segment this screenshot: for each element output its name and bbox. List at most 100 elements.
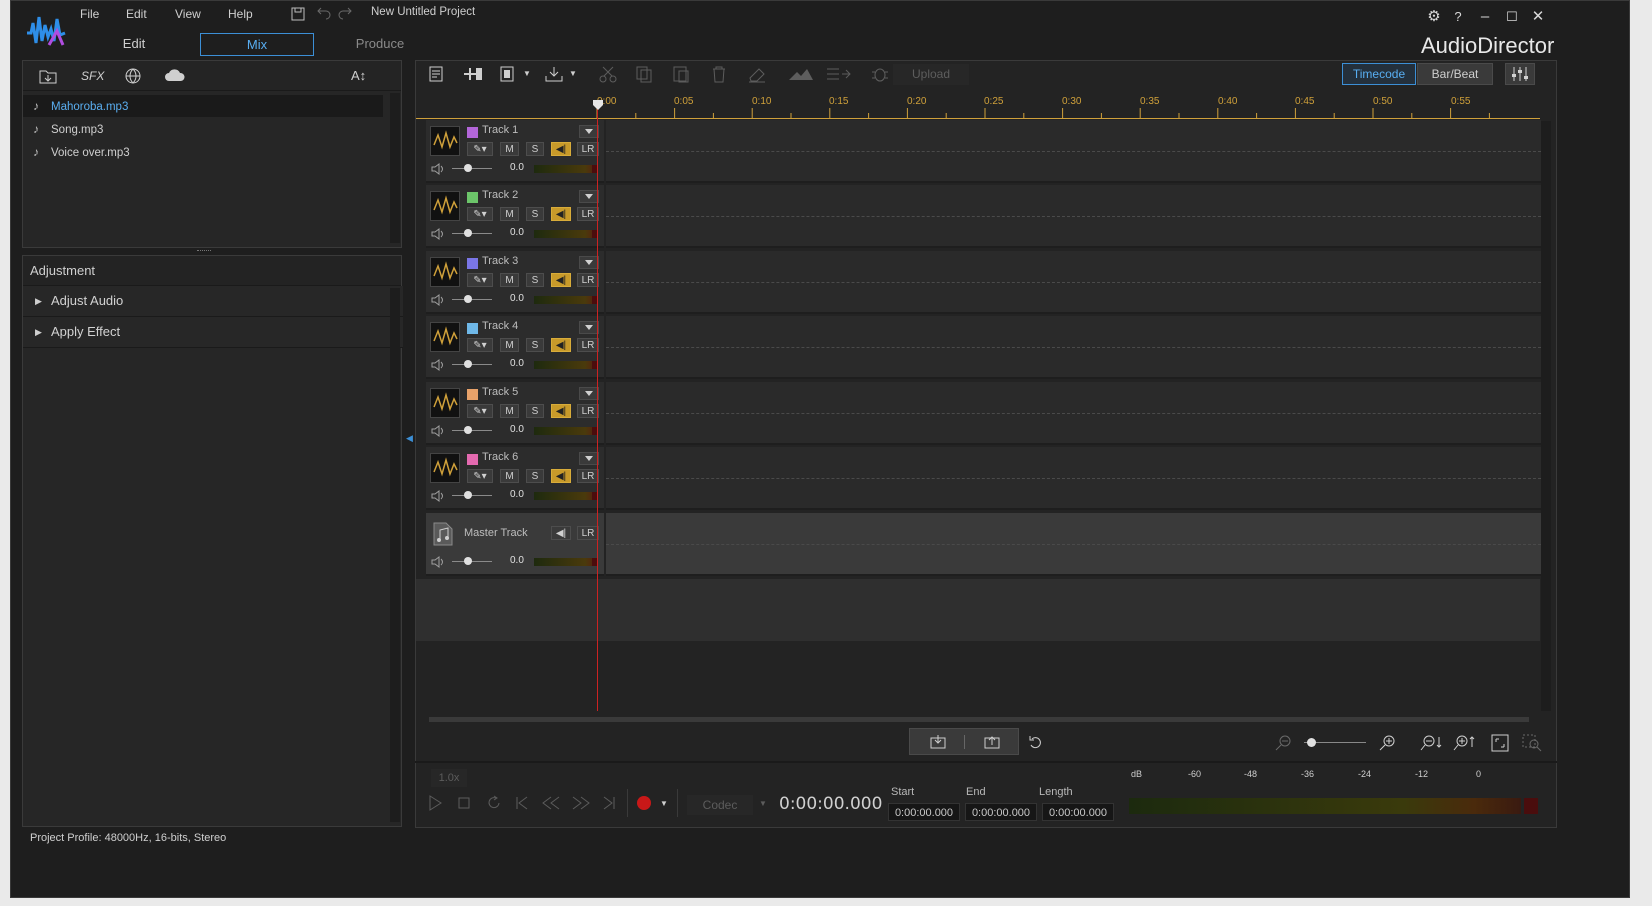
redo-icon[interactable] [337,5,355,21]
solo-button[interactable]: S [526,207,544,221]
volume-slider-knob[interactable] [464,295,472,303]
bug-icon[interactable] [869,64,893,86]
track-name[interactable]: Track 6 [482,451,518,463]
minimize-icon[interactable]: – [1475,7,1495,27]
track-lane[interactable] [606,382,1541,445]
tab-produce[interactable]: Produce [339,33,421,56]
vertical-zoom-out-icon[interactable] [1419,733,1445,753]
start-time-field[interactable]: 0:00:00.000 [888,803,960,821]
adjust-audio-section[interactable]: ▶ Adjust Audio [23,286,403,317]
undo-icon[interactable] [314,5,332,21]
menu-file[interactable]: File [80,7,99,21]
stop-icon[interactable] [454,793,474,813]
rewind-icon[interactable] [539,793,563,813]
timeline-vertical-scrollbar[interactable] [1541,121,1551,711]
menu-view[interactable]: View [175,7,201,21]
volume-slider-track[interactable] [452,168,492,169]
track-name[interactable]: Track 2 [482,189,518,201]
volume-slider-knob[interactable] [464,164,472,172]
envelope-tool-button[interactable]: ✎▾ [467,142,493,156]
zoom-in-icon[interactable] [1377,733,1399,753]
menu-help[interactable]: Help [228,7,253,21]
settings-gear-icon[interactable]: ⚙ [1424,7,1444,27]
merge-tracks-icon[interactable] [824,64,852,86]
fast-forward-icon[interactable] [569,793,593,813]
volume-slider-track[interactable] [452,233,492,234]
collapse-panel-icon[interactable]: ◀ [406,433,413,449]
mixer-icon[interactable] [1505,63,1535,85]
envelope-tool-button[interactable]: ✎▾ [467,273,493,287]
mute-button[interactable]: M [500,142,519,156]
adjustment-scrollbar[interactable] [390,288,400,822]
track-lane[interactable] [606,120,1541,183]
track-color-swatch[interactable] [467,454,478,465]
lr-channel-button[interactable]: LR [577,469,599,483]
speaker-toggle-icon[interactable]: ◀| [551,273,571,287]
tab-edit[interactable]: Edit [91,33,177,56]
lr-channel-button[interactable]: LR [577,404,599,418]
track-name[interactable]: Track 4 [482,320,518,332]
timecode-toggle[interactable]: Timecode [1342,63,1416,85]
playhead-marker-icon[interactable] [592,99,604,111]
length-time-field[interactable]: 0:00:00.000 [1042,803,1114,821]
zoom-out-icon[interactable] [1273,733,1295,753]
solo-button[interactable]: S [526,273,544,287]
font-size-button[interactable]: A↕ [351,68,366,83]
play-icon[interactable] [425,793,445,813]
solo-button[interactable]: S [526,404,544,418]
track-name[interactable]: Track 3 [482,255,518,267]
network-icon[interactable] [123,67,143,85]
envelope-tool-button[interactable]: ✎▾ [467,207,493,221]
track-header[interactable]: Track 3 ✎▾ M S ◀| LR 0.0 [426,251,604,314]
tab-mix[interactable]: Mix [200,33,314,56]
track-lane[interactable] [606,316,1541,379]
lr-channel-button[interactable]: LR [577,338,599,352]
insert-clip-icon[interactable] [928,733,948,751]
close-icon[interactable]: ✕ [1528,7,1548,27]
vertical-zoom-in-icon[interactable] [1452,733,1478,753]
volume-slider-knob[interactable] [464,360,472,368]
codec-dropdown-icon[interactable]: ▼ [759,799,767,808]
track-name[interactable]: Track 1 [482,124,518,136]
speaker-toggle-icon[interactable]: ◀| [551,338,571,352]
track-name[interactable]: Track 5 [482,386,518,398]
lr-channel-button[interactable]: LR [577,526,599,540]
volume-slider-track[interactable] [452,495,492,496]
export-icon[interactable] [543,64,567,86]
track-header[interactable]: Track 6 ✎▾ M S ◀| LR 0.0 [426,447,604,510]
solo-button[interactable]: S [526,142,544,156]
lr-channel-button[interactable]: LR [577,273,599,287]
track-color-swatch[interactable] [467,127,478,138]
copy-icon[interactable] [633,64,657,86]
volume-slider-knob[interactable] [464,229,472,237]
end-time-field[interactable]: 0:00:00.000 [965,803,1037,821]
track-color-swatch[interactable] [467,389,478,400]
speaker-toggle-icon[interactable]: ◀| [551,526,571,540]
library-scrollbar[interactable] [390,93,400,243]
loop-icon[interactable] [484,793,504,813]
list-item[interactable]: ♪ Voice over.mp3 [33,143,130,161]
dropdown-arrow-icon[interactable]: ▼ [569,69,577,78]
mute-button[interactable]: M [500,273,519,287]
track-menu-dropdown[interactable] [579,387,599,400]
track-menu-dropdown[interactable] [579,125,599,138]
delete-icon[interactable] [708,64,732,86]
fade-icon[interactable] [787,64,815,86]
empty-track-area[interactable] [416,579,1540,641]
master-track-lane[interactable] [606,513,1541,576]
envelope-tool-button[interactable]: ✎▾ [467,404,493,418]
solo-button[interactable]: S [526,469,544,483]
track-header[interactable]: Track 5 ✎▾ M S ◀| LR 0.0 [426,382,604,445]
mute-button[interactable]: M [500,469,519,483]
paste-icon[interactable] [670,64,694,86]
upload-button[interactable]: Upload [893,64,969,85]
time-ruler[interactable] [416,90,1540,119]
extract-clip-icon[interactable] [982,733,1002,751]
volume-slider-knob[interactable] [464,426,472,434]
solo-button[interactable]: S [526,338,544,352]
undo-arrow-icon[interactable] [1027,733,1045,751]
track-menu-dropdown[interactable] [579,256,599,269]
volume-slider-knob[interactable] [464,491,472,499]
track-header[interactable]: Track 1 ✎▾ M S ◀| LR 0.0 [426,120,604,183]
mute-button[interactable]: M [500,404,519,418]
